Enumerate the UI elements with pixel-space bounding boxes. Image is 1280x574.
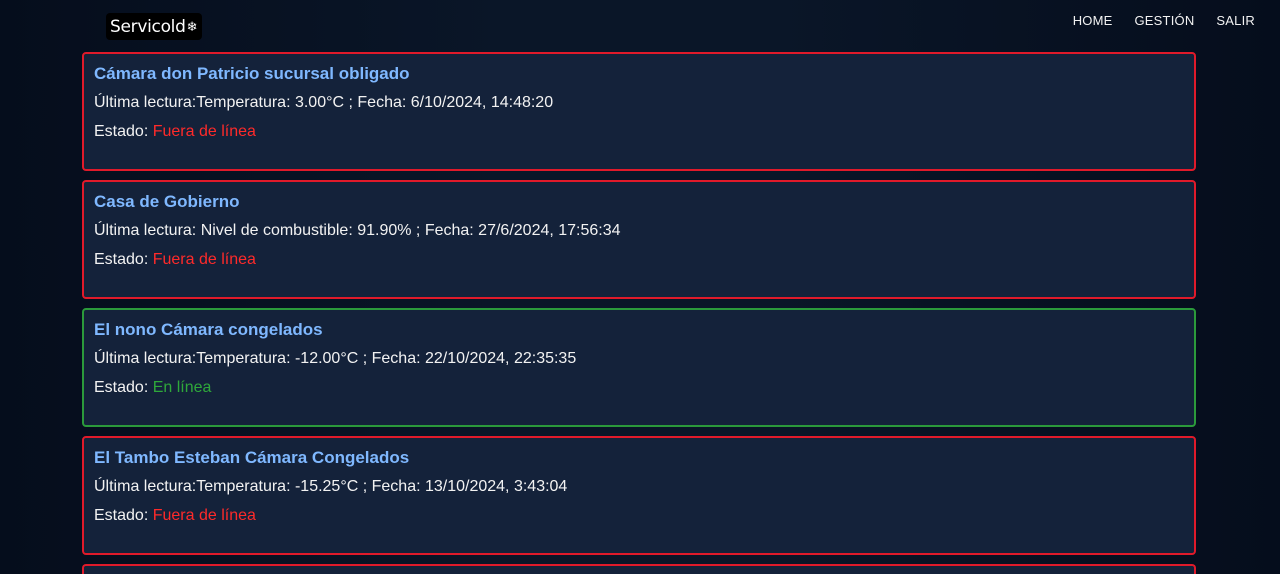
nav-menu: HOME GESTIÓN SALIR: [1073, 13, 1255, 28]
reading-label: Última lectura:: [94, 478, 197, 495]
device-card[interactable]: Casa de Gobierno Última lectura: Nivel d…: [82, 180, 1196, 299]
device-card[interactable]: El nono Cámara congelados Última lectura…: [82, 308, 1196, 427]
status-label: Estado:: [94, 379, 149, 396]
reading-value: Temperatura: -15.25°C ; Fecha: 13/10/202…: [196, 478, 568, 495]
status-label: Estado:: [94, 507, 149, 524]
device-card[interactable]: El Tambo Esteban Cámara Congelados Últim…: [82, 436, 1196, 555]
device-name[interactable]: El nono Cámara congelados: [94, 320, 1184, 340]
reading-value: Temperatura: 3.00°C ; Fecha: 6/10/2024, …: [196, 94, 554, 111]
top-navbar: Servicold ❄ HOME GESTIÓN SALIR: [0, 0, 1280, 48]
status-label: Estado:: [94, 123, 149, 140]
nav-salir-link[interactable]: SALIR: [1216, 13, 1255, 28]
device-reading: Última lectura:Temperatura: -15.25°C ; F…: [94, 477, 1184, 497]
status-value: Fuera de línea: [152, 507, 256, 524]
device-name[interactable]: Cámara don Patricio sucursal obligado: [94, 64, 1184, 84]
device-name[interactable]: El Tambo Esteban Cámara Congelados: [94, 448, 1184, 468]
device-status: Estado: Fuera de línea: [94, 250, 1184, 270]
reading-label: Última lectura:: [94, 222, 197, 239]
status-value: Fuera de línea: [152, 123, 256, 140]
reading-value: Nivel de combustible: 91.90% ; Fecha: 27…: [200, 222, 621, 239]
device-reading: Última lectura:Temperatura: 3.00°C ; Fec…: [94, 93, 1184, 113]
device-status: Estado: Fuera de línea: [94, 506, 1184, 526]
device-reading: Última lectura:Temperatura: -12.00°C ; F…: [94, 349, 1184, 369]
status-value: Fuera de línea: [152, 251, 256, 268]
device-card[interactable]: Cámara don Patricio sucursal obligado Úl…: [82, 52, 1196, 171]
device-status: Estado: Fuera de línea: [94, 122, 1184, 142]
brand-logo[interactable]: Servicold ❄: [106, 13, 202, 40]
device-reading: Última lectura: Nivel de combustible: 91…: [94, 221, 1184, 241]
device-list: Cámara don Patricio sucursal obligado Úl…: [82, 52, 1196, 574]
device-name[interactable]: Casa de Gobierno: [94, 192, 1184, 212]
snowflake-icon: ❄: [186, 18, 198, 34]
reading-value: Temperatura: -12.00°C ; Fecha: 22/10/202…: [196, 350, 577, 367]
reading-label: Última lectura:: [94, 94, 197, 111]
status-label: Estado:: [94, 251, 149, 268]
device-status: Estado: En línea: [94, 378, 1184, 398]
nav-gestion-link[interactable]: GESTIÓN: [1135, 13, 1195, 28]
status-value: En línea: [152, 379, 212, 396]
brand-name: Servicold: [110, 16, 186, 37]
nav-home-link[interactable]: HOME: [1073, 13, 1113, 28]
reading-label: Última lectura:: [94, 350, 197, 367]
